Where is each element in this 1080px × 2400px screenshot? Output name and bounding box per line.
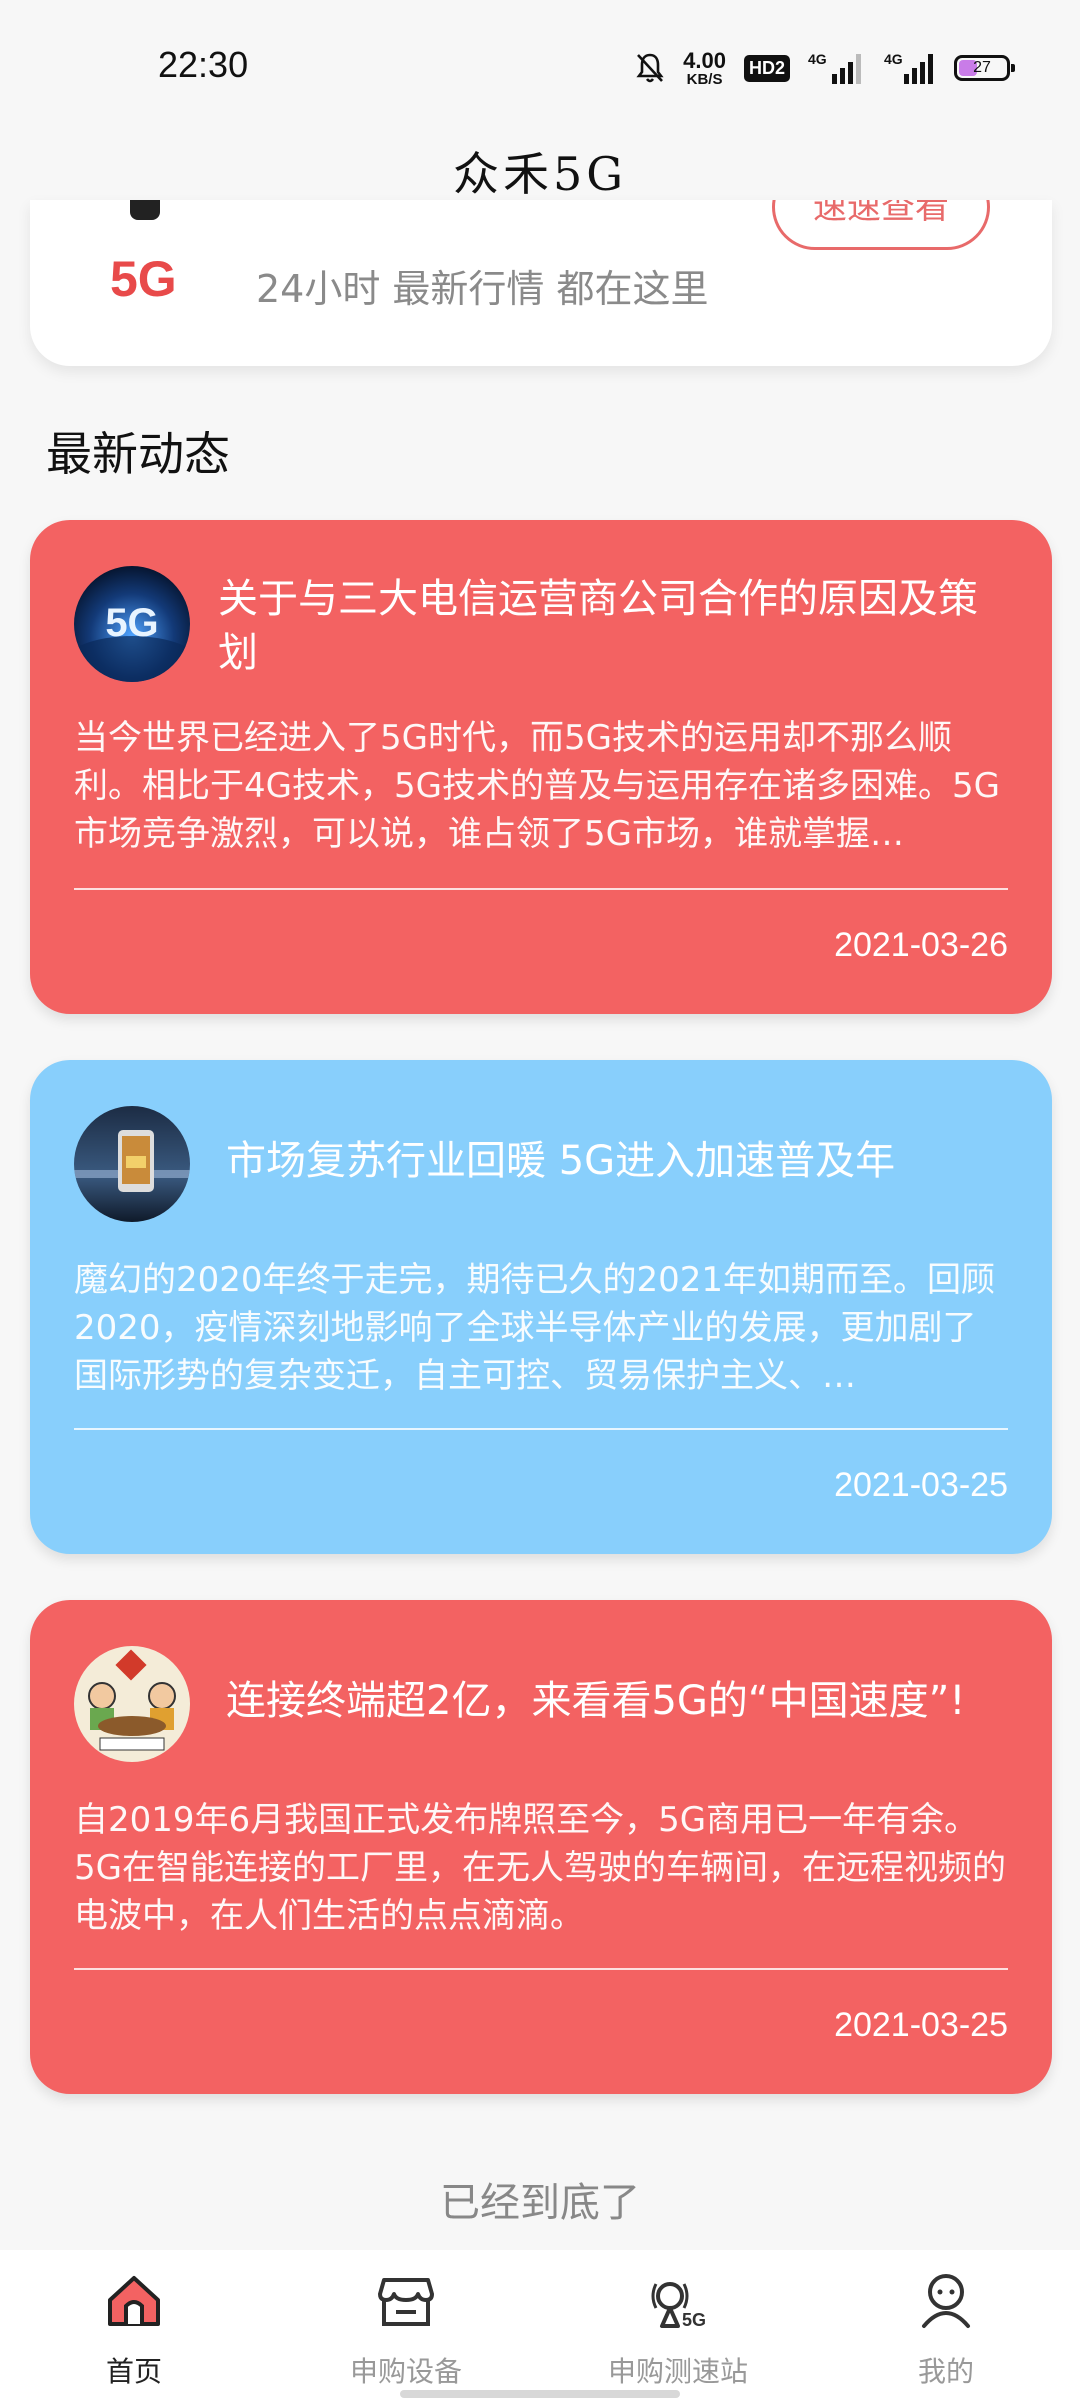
hd-badge: HD2 [743,54,790,82]
news-title: 连接终端超2亿，来看看5G的“中国速度”! [226,1678,966,1724]
status-bar: 22:30 4.00 KB/S HD2 4G 4G 27 [0,0,1080,130]
view-now-button[interactable]: 速速查看 [772,200,990,250]
news-card[interactable]: 连接终端超2亿，来看看5G的“中国速度”! 自2019年6月我国正式发布牌照至今… [30,1600,1052,2094]
status-time: 22:30 [158,44,249,85]
thumbnail-label: 5G [105,601,158,645]
news-summary: 自2019年6月我国正式发布牌照至今，5G商用已一年有余。5G在智能连接的工厂里… [74,1800,1006,1936]
divider [74,888,1008,890]
profile-icon [922,2274,970,2328]
nav-label: 我的 [917,2355,974,2388]
news-thumbnail: 5G [74,566,190,682]
end-of-list-text: 已经到底了 [440,2180,640,2226]
promo-subtitle: 24小时 最新行情 都在这里 [256,267,709,311]
divider [74,1968,1008,1970]
battery-level: 27 [973,59,991,76]
nav-home[interactable]: 首页 [34,2250,234,2400]
news-summary: 魔幻的2020年终于走完，期待已久的2021年如期而至。回顾2020，疫情深刻地… [74,1260,996,1396]
svg-text:5G: 5G [682,2310,706,2330]
news-title: 关于与三大电信运营商公司合作的原因及策划 [218,576,978,676]
home-indicator[interactable] [400,2390,680,2398]
promo-card: 5G 24小时 最新行情 都在这里 速速查看 [30,200,1052,366]
nav-label: 申购测速站 [607,2355,748,2388]
nav-purchase-speed-station[interactable]: 5G 申购测速站 [578,2250,778,2400]
home-icon [108,2276,160,2326]
news-date: 2021-03-26 [834,926,1008,964]
news-title: 市场复苏行业回暖 5G进入加速普及年 [226,1138,896,1184]
news-card[interactable]: 市场复苏行业回暖 5G进入加速普及年 魔幻的2020年终于走完，期待已久的202… [30,1060,1052,1554]
news-thumbnail [74,1646,190,1762]
news-card[interactable]: 5G 关于与三大电信运营商公司合作的原因及策划 当今世界已经进入了5G时代，而5… [30,520,1052,1014]
promo-logo: 5G [110,251,177,307]
news-date: 2021-03-25 [834,2006,1008,2044]
speed-value: 4.00 [683,47,726,73]
logo-decoration [130,200,160,220]
store-icon [378,2278,434,2326]
nav-profile[interactable]: 我的 [846,2250,1046,2400]
network-speed: 4.00 KB/S [683,47,726,88]
5g-station-icon: 5G [651,2282,706,2330]
cartoon-family-icon [74,1646,190,1762]
divider [74,1428,1008,1430]
signal-label: 4G [808,51,827,67]
news-summary: 当今世界已经进入了5G时代，而5G技术的运用却不那么顺利。相比于4G技术，5G技… [74,718,1000,854]
phone-photo-icon [74,1106,190,1222]
section-title: 最新动态 [46,427,230,481]
news-thumbnail [74,1106,190,1222]
nav-label: 首页 [105,2355,162,2388]
nav-label: 申购设备 [349,2355,462,2388]
battery-icon: 27 [954,55,1015,81]
signal-icon: 4G [808,51,861,84]
signal-label: 4G [884,51,903,67]
bell-mute-icon [636,53,664,83]
status-icons: 4.00 KB/S HD2 4G 4G 27 [635,46,1015,90]
app-title: 众禾5G [452,147,627,201]
signal-icon: 4G [884,51,933,84]
5g-globe-icon: 5G [74,566,190,682]
news-date: 2021-03-25 [834,1466,1008,1504]
bottom-navigation: 首页 申购设备 5G 申购测速站 我的 [0,2250,1080,2400]
nav-purchase-equipment[interactable]: 申购设备 [306,2250,506,2400]
speed-unit: KB/S [686,70,723,88]
